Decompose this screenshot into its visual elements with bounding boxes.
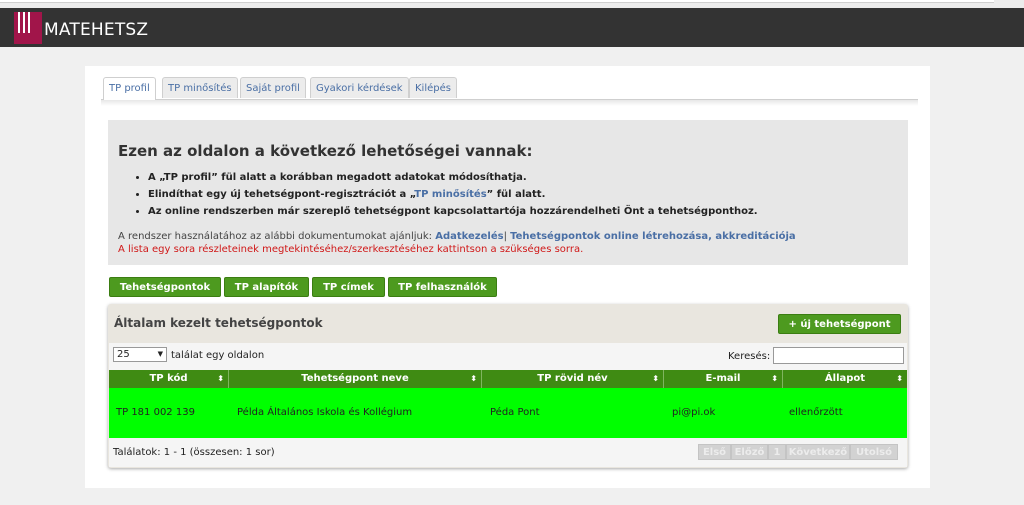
- column-title: E-mail: [705, 373, 741, 384]
- sort-icon: ⬍: [652, 374, 659, 383]
- page-length-value: 25: [117, 349, 130, 360]
- sort-icon: ⬍: [217, 374, 224, 383]
- tp-felhasznalok-button[interactable]: TP felhasználók: [388, 277, 497, 297]
- pagination-next-button[interactable]: Következő: [786, 444, 850, 460]
- pagination-first-button[interactable]: Első: [698, 444, 731, 460]
- cell-tp-rovid-nev: Péda Pont: [490, 407, 540, 418]
- chevron-down-icon: ▼: [157, 350, 163, 358]
- logo-text: MATEHETSZ: [44, 20, 149, 40]
- sort-icon: ⬍: [771, 374, 778, 383]
- new-talent-point-button[interactable]: + új tehetségpont: [778, 314, 901, 334]
- cell-allapot: ellenőrzött: [789, 407, 843, 418]
- search-label: Keresés:: [728, 351, 771, 362]
- tab-bar: TP profil TP minősítés Saját profil Gyak…: [101, 77, 918, 100]
- column-header-allapot[interactable]: Állapot ⬍: [783, 370, 907, 388]
- info-bullet: Elindíthat egy új tehetségpont-regisztrá…: [148, 186, 758, 203]
- browser-top-strip: [0, 0, 1024, 8]
- pagination-page-button[interactable]: 1: [768, 444, 786, 460]
- cell-tp-kod: TP 181 002 139: [116, 407, 195, 418]
- tehetsegpontok-letrehozasa-link[interactable]: Tehetségpontok online létrehozása, akkre…: [510, 231, 796, 242]
- tab-tp-minosites[interactable]: TP minősítés: [162, 77, 238, 98]
- tp-cimek-button[interactable]: TP címek: [312, 277, 385, 297]
- column-title: Tehetségpont neve: [301, 373, 409, 384]
- bullet-text: ” fül alatt.: [486, 189, 546, 200]
- managed-points-panel: Általam kezelt tehetségpontok + új tehet…: [108, 304, 908, 468]
- documents-line: A rendszer használatához az alábbi dokum…: [118, 231, 796, 242]
- results-info: Találatok: 1 - 1 (összesen: 1 sor): [113, 447, 275, 458]
- logo-icon: [14, 12, 42, 44]
- tp-minosites-link[interactable]: TP minősítés: [414, 189, 486, 200]
- row-click-note: A lista egy sora részleteinek megtekinté…: [118, 244, 584, 255]
- page-length-select[interactable]: 25 ▼: [113, 347, 167, 362]
- data-grid: 25 ▼ találat egy oldalon Keresés: TP kód…: [109, 343, 907, 467]
- column-header-tp-rovid-nev[interactable]: TP rövid név ⬍: [482, 370, 664, 388]
- tab-sajat-profil[interactable]: Saját profil: [240, 77, 306, 98]
- info-bullet: A „TP profil” fül alatt a korábban megad…: [148, 169, 758, 186]
- documents-prefix: A rendszer használatához az alábbi dokum…: [118, 231, 433, 242]
- info-heading: Ezen az oldalon a következő lehetőségei …: [118, 142, 533, 160]
- search-input[interactable]: [773, 347, 904, 364]
- tab-divider: [101, 100, 918, 106]
- panel-title: Általam kezelt tehetségpontok: [114, 316, 323, 330]
- tab-kilepes[interactable]: Kilépés: [409, 77, 457, 98]
- link-separator: |: [503, 231, 507, 242]
- column-header-tp-kod[interactable]: TP kód ⬍: [109, 370, 229, 388]
- info-box: Ezen az oldalon a következő lehetőségei …: [108, 120, 908, 265]
- pagination-previous-button[interactable]: Előző: [731, 444, 768, 460]
- column-header-email[interactable]: E-mail ⬍: [664, 370, 783, 388]
- column-title: TP kód: [149, 373, 188, 384]
- sort-icon: ⬍: [470, 374, 477, 383]
- column-title: TP rövid név: [537, 373, 608, 384]
- info-list: A „TP profil” fül alatt a korábban megad…: [136, 169, 758, 220]
- tp-alapitok-button[interactable]: TP alapítók: [224, 277, 309, 297]
- cell-tehetsegpont-neve: Példa Általános Iskola és Kollégium: [237, 407, 413, 418]
- cell-email: pi@pi.ok: [672, 407, 716, 418]
- column-title: Állapot: [824, 373, 866, 384]
- bullet-text: Elindíthat egy új tehetségpont-regisztrá…: [148, 189, 415, 200]
- pagination-last-button[interactable]: Utolsó: [850, 444, 898, 460]
- tehetsegpontok-button[interactable]: Tehetségpontok: [109, 277, 221, 297]
- table-row[interactable]: TP 181 002 139 Példa Általános Iskola és…: [109, 388, 907, 438]
- column-header-tehetsegpont-neve[interactable]: Tehetségpont neve ⬍: [229, 370, 482, 388]
- adatkezeles-link[interactable]: Adatkezelés: [435, 231, 503, 242]
- sort-icon: ⬍: [896, 374, 903, 383]
- page-length-label: találat egy oldalon: [171, 350, 265, 361]
- tab-gyakori-kerdesek[interactable]: Gyakori kérdések: [310, 77, 409, 98]
- tab-tp-profil[interactable]: TP profil: [103, 77, 156, 100]
- table-header: TP kód ⬍ Tehetségpont neve ⬍ TP rövid név ⬍…: [109, 370, 907, 388]
- app-header: MATEHETSZ: [0, 8, 1024, 47]
- info-bullet: Az online rendszerben már szereplő tehet…: [148, 203, 758, 220]
